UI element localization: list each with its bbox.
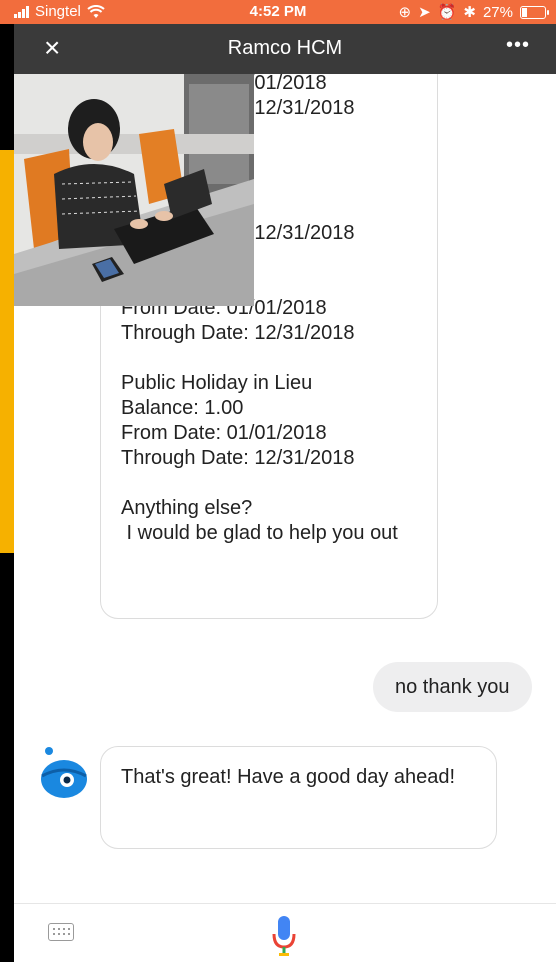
status-bar: Singtel 4:52 PM ⊕ ➤ ⏰ ✱ 27% — [0, 0, 556, 24]
bluetooth-icon: ✱ — [463, 4, 476, 21]
message-line: Balance: 1.00 — [121, 397, 244, 419]
video-overlay-photo[interactable] — [14, 74, 254, 306]
chat-area[interactable]: From Date: 01/01/2018 Through Date: 12/31… — [14, 74, 556, 961]
bot-message-reply: That's great! Have a good day ahead! — [100, 746, 497, 849]
message-line: Through Date: 12/31/2018 — [121, 447, 355, 469]
side-strip — [0, 150, 14, 553]
more-options-icon[interactable]: ••• — [506, 34, 530, 57]
battery-percent: 27% — [482, 3, 513, 21]
person-at-laptop-image — [14, 74, 254, 306]
status-right: ⊕ ➤ ⏰ ✱ 27% — [398, 3, 549, 21]
app-header: × Ramco HCM ••• — [14, 24, 556, 74]
input-bar — [14, 903, 556, 962]
battery-icon — [520, 5, 549, 19]
message-line: Through Date: 12/31/2018 — [121, 322, 355, 344]
message-line: From Date: 01/01/2018 — [121, 422, 327, 444]
page-title: Ramco HCM — [227, 37, 343, 59]
screen-lock-icon: ⊕ — [398, 4, 412, 21]
alarm-icon: ⏰ — [437, 4, 457, 21]
message-line: Public Holiday in Lieu — [121, 372, 313, 394]
mic-icon[interactable] — [270, 914, 298, 958]
location-icon: ➤ — [418, 4, 431, 21]
bot-avatar-icon — [41, 747, 87, 798]
user-message: no thank you — [373, 662, 532, 712]
keyboard-icon[interactable] — [48, 923, 74, 941]
message-line: Anything else? — [121, 497, 253, 519]
message-line: I would be glad to help you out — [121, 522, 398, 544]
